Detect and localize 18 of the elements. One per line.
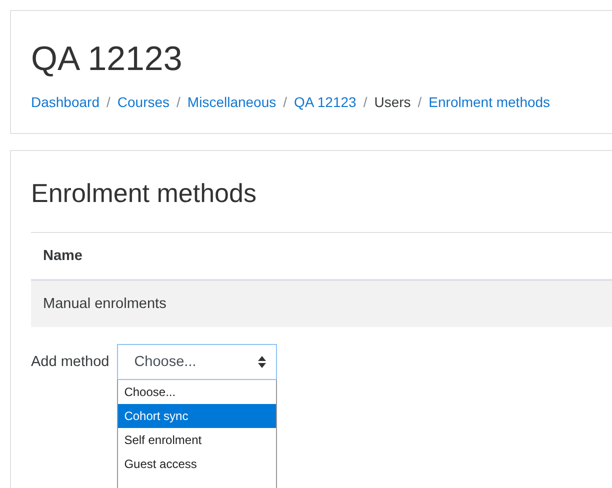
breadcrumb-link[interactable]: Miscellaneous (187, 94, 276, 110)
add-method-label: Add method (31, 353, 110, 372)
course-title: QA 12123 (31, 39, 184, 80)
breadcrumb-separator: / (363, 94, 368, 110)
breadcrumb-link[interactable]: Courses (117, 94, 170, 110)
sort-caret-icon (258, 356, 266, 368)
breadcrumb-separator: / (106, 94, 110, 110)
dropdown-option[interactable]: Cohort sync (118, 404, 276, 428)
method-select[interactable]: Choose... (117, 344, 278, 380)
breadcrumb-separator: / (418, 94, 422, 110)
table-cell: Manual enrolments (31, 280, 612, 327)
breadcrumb-link[interactable]: QA 12123 (294, 94, 356, 110)
breadcrumb-current: Users (374, 94, 411, 110)
breadcrumb-separator: / (176, 94, 180, 110)
section-heading: Enrolment methods (31, 177, 258, 210)
breadcrumb-separator: / (283, 94, 288, 110)
breadcrumb-link[interactable]: Dashboard (31, 94, 100, 110)
breadcrumb-link[interactable]: Enrolment methods (428, 94, 550, 110)
